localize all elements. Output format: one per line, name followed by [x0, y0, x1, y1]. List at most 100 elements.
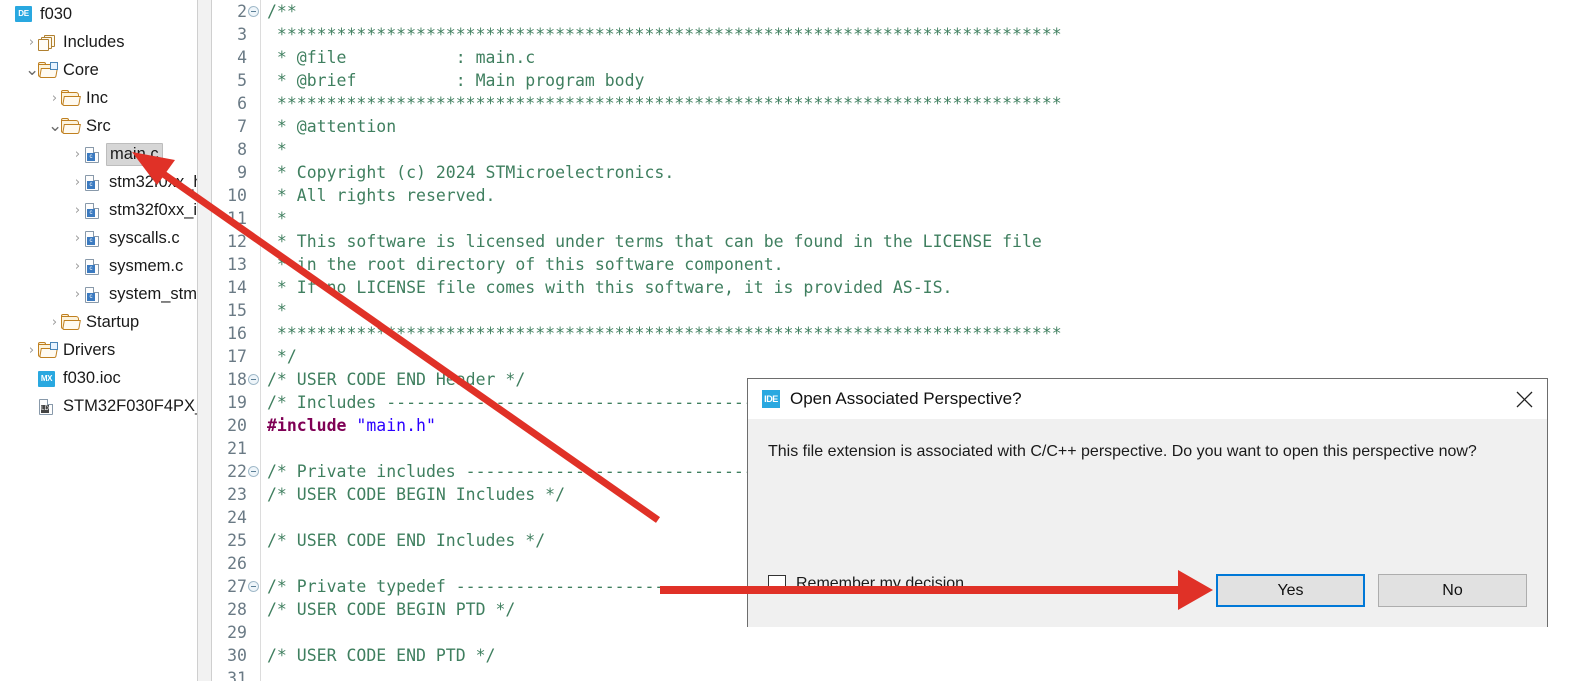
- chevron-down-icon[interactable]: ⌄: [48, 118, 62, 135]
- tree-item-inc[interactable]: › Inc: [0, 84, 197, 112]
- dialog-message: This file extension is associated with C…: [768, 443, 1477, 460]
- no-button[interactable]: No: [1378, 574, 1527, 607]
- app-window: DE f030 › Includes ⌄ Core › Inc ⌄ Src › c main.c › c st…: [0, 0, 1585, 681]
- code-text: #include "main.h": [267, 414, 436, 437]
- fold-collapse-icon[interactable]: [248, 581, 259, 592]
- line-number: 8: [237, 140, 247, 159]
- c-file-icon: c: [84, 145, 104, 163]
- tree-item-system-stm32f[interactable]: ›c system_stm32f: [0, 280, 197, 308]
- code-text: * If no LICENSE file comes with this sof…: [267, 278, 953, 297]
- chevron-right-icon[interactable]: ›: [48, 92, 61, 105]
- project-icon: DE: [15, 5, 35, 23]
- code-line: 9 * Copyright (c) 2024 STMicroelectronic…: [213, 161, 1585, 184]
- fold-collapse-icon[interactable]: [248, 466, 259, 477]
- tree-item-core[interactable]: ⌄ Core: [0, 56, 197, 84]
- line-number: 25: [227, 531, 247, 550]
- line-number: 2: [237, 2, 247, 21]
- code-text: *: [267, 301, 287, 320]
- tree-item-label: main.c: [106, 142, 163, 166]
- editor-sash-divider[interactable]: [197, 0, 212, 681]
- line-number: 18: [227, 370, 247, 389]
- line-number: 10: [227, 186, 247, 205]
- code-text: * This software is licensed under terms …: [267, 232, 1042, 251]
- tree-item-label: STM32F030F4PX_FLA: [63, 396, 197, 415]
- line-number: 13: [227, 255, 247, 274]
- code-line: 6 **************************************…: [213, 92, 1585, 115]
- code-line: 31: [213, 667, 1585, 681]
- tree-item-syscalls-c[interactable]: › c syscalls.c: [0, 224, 197, 252]
- code-text: /* USER CODE END Includes */: [267, 531, 546, 550]
- close-icon[interactable]: [1501, 379, 1547, 419]
- open-associated-perspective-dialog: IDE Open Associated Perspective? This fi…: [747, 378, 1548, 627]
- chevron-right-icon[interactable]: ›: [71, 176, 84, 189]
- line-number: 29: [227, 623, 247, 642]
- tree-item-stm32f0xx-it-c[interactable]: ›c stm32f0xx_it.c: [0, 196, 197, 224]
- code-text: * @attention: [267, 117, 397, 136]
- fold-collapse-icon[interactable]: [248, 374, 259, 385]
- line-number: 20: [227, 416, 247, 435]
- code-text: ****************************************…: [267, 25, 1062, 44]
- line-number: 30: [227, 646, 247, 665]
- code-text: /* USER CODE BEGIN Includes */: [267, 485, 566, 504]
- includes-icon: [38, 33, 58, 51]
- ide-icon: IDE: [762, 390, 780, 408]
- code-text: /* USER CODE BEGIN PTD */: [267, 600, 516, 619]
- dialog-title-bar: IDE Open Associated Perspective?: [748, 379, 1547, 419]
- preprocessor-directive: #include: [267, 416, 347, 435]
- tree-item-f030[interactable]: DE f030: [0, 0, 197, 28]
- code-line: 4 * @file : main.c: [213, 46, 1585, 69]
- tree-item-label: sysmem.c: [109, 256, 184, 275]
- tree-item-startup[interactable]: › Startup: [0, 308, 197, 336]
- chevron-right-icon[interactable]: ›: [71, 204, 84, 217]
- dialog-button-row: Yes No: [1216, 574, 1527, 607]
- project-explorer-tree[interactable]: DE f030 › Includes ⌄ Core › Inc ⌄ Src › c main.c › c st…: [0, 0, 197, 681]
- line-number: 19: [227, 393, 247, 412]
- c-file-icon: c: [84, 173, 104, 191]
- dialog-body: This file extension is associated with C…: [748, 419, 1547, 627]
- line-number: 3: [237, 25, 247, 44]
- package-folder-icon: [38, 61, 58, 79]
- line-number: 9: [237, 163, 247, 182]
- tree-item-label: Includes: [63, 32, 125, 51]
- code-text: /* USER CODE END Header */: [267, 370, 526, 389]
- remember-decision-row[interactable]: Remember my decision: [768, 575, 964, 593]
- chevron-right-icon[interactable]: ›: [25, 344, 38, 357]
- folder-icon: [61, 89, 81, 107]
- tree-item-stm32f0xx-hal[interactable]: ›c stm32f0xx_hal_: [0, 168, 197, 196]
- code-text: * @brief : Main program body: [267, 71, 645, 90]
- chevron-right-icon[interactable]: ›: [71, 288, 84, 301]
- chevron-right-icon[interactable]: ›: [71, 148, 84, 161]
- code-text: * @file : main.c: [267, 48, 536, 67]
- remember-my-decision-checkbox[interactable]: [768, 575, 786, 593]
- chevron-right-icon[interactable]: ›: [25, 36, 38, 49]
- tree-item-label: f030.ioc: [63, 368, 121, 387]
- ioc-file-icon: MX: [38, 369, 58, 387]
- code-line: 11 *: [213, 207, 1585, 230]
- code-line: 7 * @attention: [213, 115, 1585, 138]
- tree-item-f030-ioc[interactable]: MX f030.ioc: [0, 364, 197, 392]
- tree-item-src[interactable]: ⌄ Src: [0, 112, 197, 140]
- code-line: 17 */: [213, 345, 1585, 368]
- tree-item-sysmem-c[interactable]: › c sysmem.c: [0, 252, 197, 280]
- package-folder-icon: [38, 341, 58, 359]
- chevron-right-icon[interactable]: ›: [71, 232, 84, 245]
- tree-rows: DE f030 › Includes ⌄ Core › Inc ⌄ Src › c main.c › c st…: [0, 0, 197, 420]
- yes-button[interactable]: Yes: [1216, 574, 1365, 607]
- line-number: 12: [227, 232, 247, 251]
- line-number: 27: [227, 577, 247, 596]
- tree-item-drivers[interactable]: › Drivers: [0, 336, 197, 364]
- tree-item-stm32f030f4px-fla[interactable]: LD STM32F030F4PX_FLA: [0, 392, 197, 420]
- chevron-right-icon[interactable]: ›: [48, 316, 61, 329]
- ld-file-icon: LD: [38, 397, 58, 415]
- tree-item-label: Src: [86, 116, 111, 135]
- tree-item-includes[interactable]: › Includes: [0, 28, 197, 56]
- chevron-right-icon[interactable]: ›: [71, 260, 84, 273]
- line-number: 17: [227, 347, 247, 366]
- tree-item-label: stm32f0xx_it.c: [109, 200, 197, 219]
- tree-item-main-c[interactable]: › c main.c: [0, 140, 197, 168]
- code-line: 16 *************************************…: [213, 322, 1585, 345]
- chevron-down-icon[interactable]: ⌄: [25, 62, 39, 79]
- fold-collapse-icon[interactable]: [248, 6, 259, 17]
- code-line: 3 **************************************…: [213, 23, 1585, 46]
- line-number: 7: [237, 117, 247, 136]
